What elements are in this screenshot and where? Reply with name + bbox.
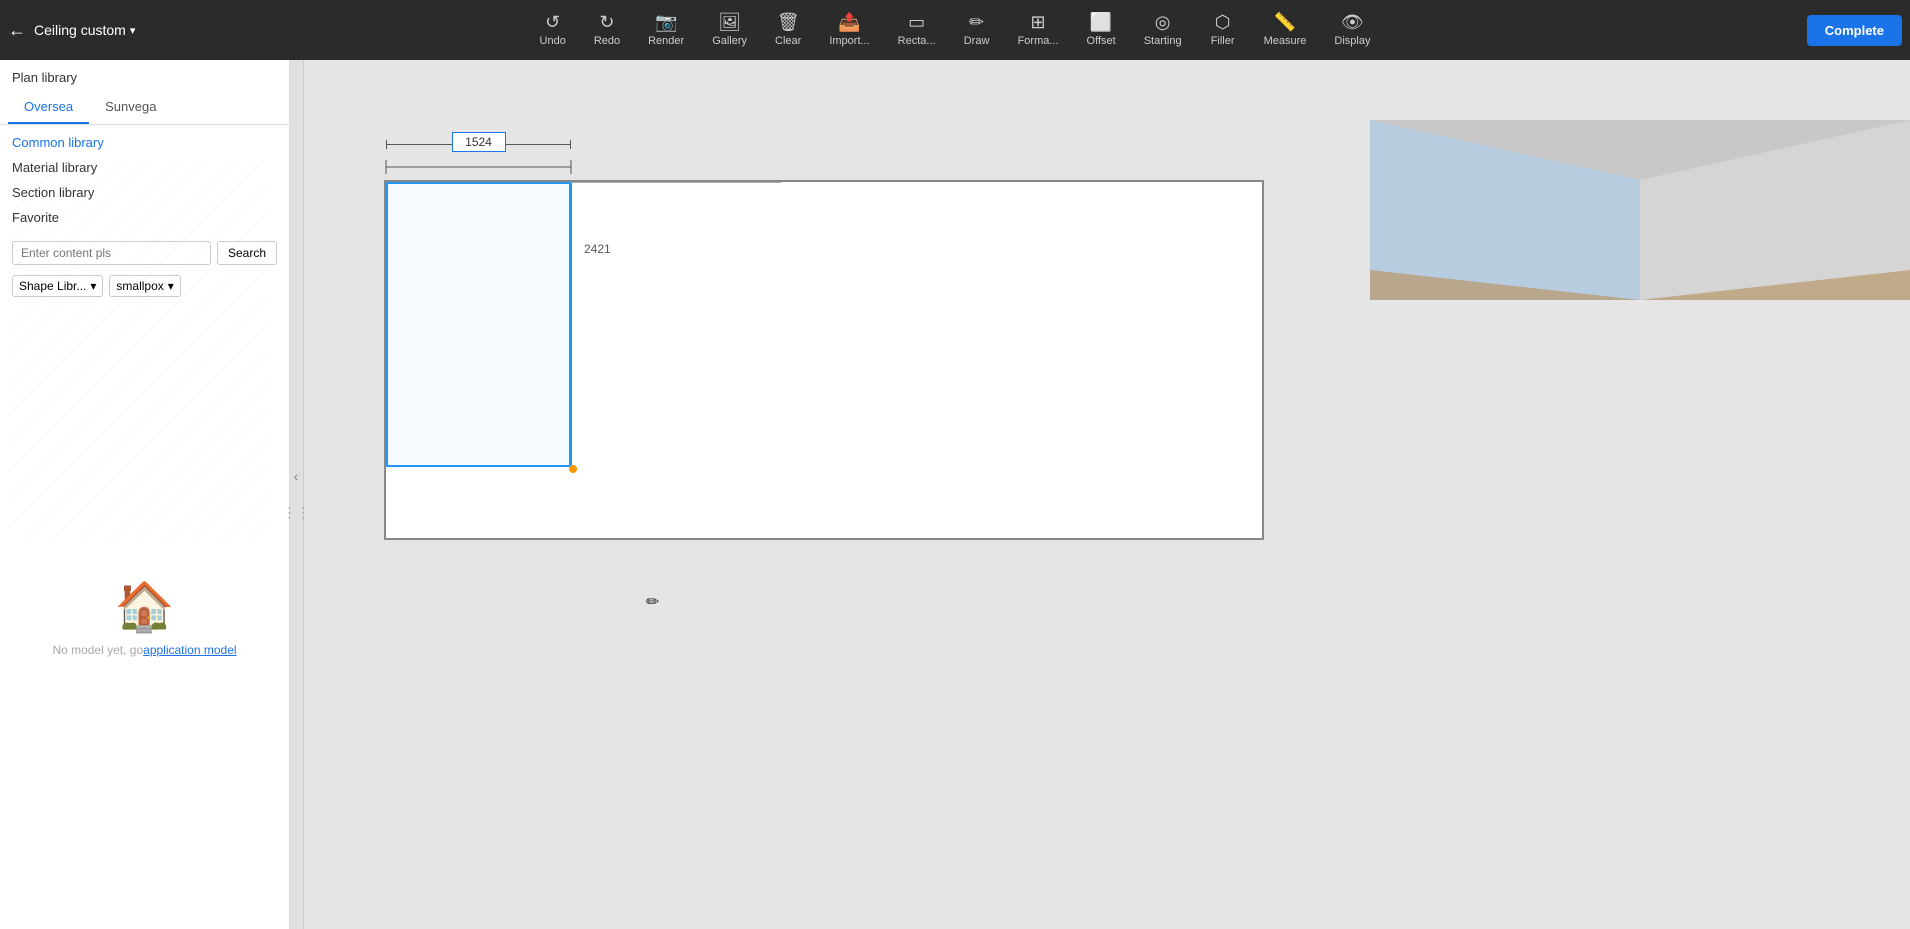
tool-gallery[interactable]: 🖼Gallery: [698, 7, 761, 53]
tool-undo[interactable]: ↺Undo: [526, 7, 580, 53]
plan-library-label: Plan library: [0, 60, 289, 91]
application-model-link[interactable]: application model: [143, 643, 236, 657]
toolbar-tools: ↺Undo↻Redo📷Render🖼Gallery🗑Clear📤Import..…: [526, 7, 1385, 53]
tool-starting[interactable]: ◎Starting: [1130, 7, 1196, 53]
app-title: Ceiling custom ▾: [34, 22, 135, 38]
no-model-area: 🏠 No model yet, goapplication model: [52, 578, 236, 657]
filler-icon: ⬡: [1215, 13, 1231, 31]
clear-icon: 🗑: [777, 13, 800, 31]
back-button[interactable]: ←: [8, 20, 26, 41]
horizontal-line: [571, 182, 781, 183]
sidebar-tab-oversea[interactable]: Oversea: [8, 91, 89, 124]
no-model-text: No model yet, goapplication model: [52, 643, 236, 657]
render-icon: 📷: [655, 13, 677, 31]
right-dimension: 2421: [584, 242, 611, 256]
canvas-workspace[interactable]: 2421 ✏: [384, 180, 1264, 540]
offset-icon: ⬜: [1090, 13, 1112, 31]
import-icon: 📤: [838, 13, 860, 31]
collapse-arrow: ‹: [294, 468, 300, 484]
tool-recta[interactable]: ▭Recta...: [884, 7, 950, 53]
preview-svg: [1370, 120, 1910, 300]
forma-icon: ⊞: [1031, 13, 1046, 31]
collapse-handle[interactable]: ‹ ⋮⋮: [290, 60, 304, 929]
dimension-line-svg: [381, 132, 581, 182]
tool-clear[interactable]: 🗑Clear: [761, 7, 815, 53]
orange-dot: [569, 465, 577, 473]
tool-redo[interactable]: ↻Redo: [580, 7, 634, 53]
main-layout: Plan library OverseaSunvega Common libra…: [0, 60, 1910, 929]
draw-icon: ✏: [969, 13, 984, 31]
measure-icon: 📏: [1274, 13, 1296, 31]
blue-selection-rect: [386, 182, 571, 467]
house-icon: 🏠: [115, 578, 175, 635]
sidebar-nav-common-library[interactable]: Common library: [12, 133, 277, 152]
recta-icon: ▭: [908, 13, 925, 31]
starting-icon: ◎: [1155, 13, 1171, 31]
sidebar-content: 🏠 No model yet, goapplication model: [0, 305, 289, 929]
gallery-icon: 🖼: [718, 13, 741, 31]
undo-icon: ↺: [545, 13, 560, 31]
tool-forma[interactable]: ⊞Forma...: [1004, 7, 1073, 53]
sidebar-tabs: OverseaSunvega: [0, 91, 289, 125]
diagonal-lines: [8, 160, 268, 540]
pencil-cursor: ✏: [646, 592, 659, 612]
sidebar: Plan library OverseaSunvega Common libra…: [0, 60, 290, 929]
sidebar-tab-sunvega[interactable]: Sunvega: [89, 91, 172, 124]
tool-render[interactable]: 📷Render: [634, 7, 698, 53]
toolbar: ← Ceiling custom ▾ ↺Undo↻Redo📷Render🖼Gal…: [0, 0, 1910, 60]
display-icon: 👁: [1341, 13, 1364, 31]
tool-draw[interactable]: ✏Draw: [950, 7, 1004, 53]
complete-button[interactable]: Complete: [1807, 15, 1902, 46]
3d-preview: [1370, 120, 1910, 300]
canvas-area[interactable]: 2421 ✏: [304, 60, 1910, 929]
tool-measure[interactable]: 📏Measure: [1250, 7, 1321, 53]
tool-display[interactable]: 👁Display: [1320, 7, 1384, 53]
tool-offset[interactable]: ⬜Offset: [1073, 7, 1130, 53]
tool-import[interactable]: 📤Import...: [815, 7, 883, 53]
tool-filler[interactable]: ⬡Filler: [1196, 7, 1250, 53]
vertical-divider: [571, 182, 572, 467]
redo-icon: ↻: [599, 13, 614, 31]
